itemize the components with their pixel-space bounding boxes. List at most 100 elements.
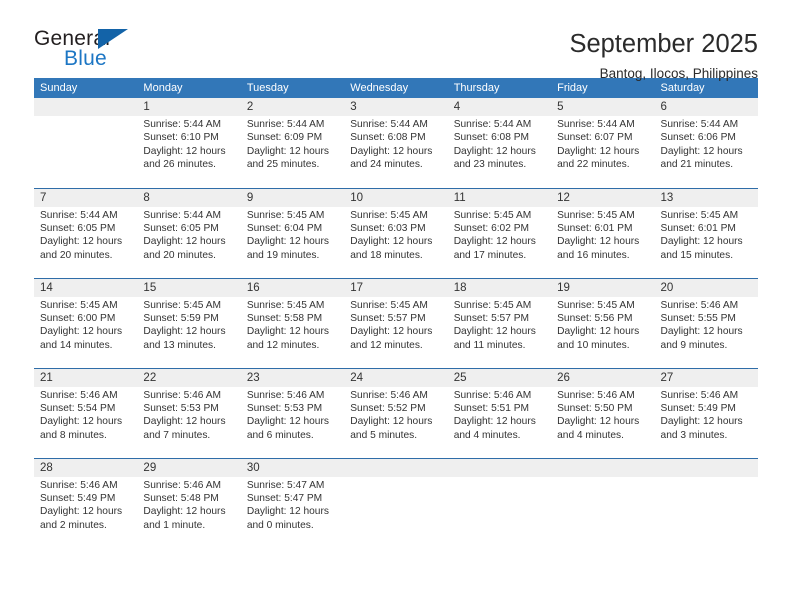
sunrise-time: Sunrise: 5:45 AM	[350, 299, 428, 311]
calendar-day-cell[interactable]: 12 Sunrise: 5:45 AM Sunset: 6:01 PM Dayligh…	[551, 187, 655, 278]
daylight-duration-line1: Daylight: 12 hours	[143, 506, 226, 518]
sunset-time: Sunset: 5:50 PM	[557, 402, 633, 414]
sunset-time: Sunset: 5:57 PM	[453, 312, 530, 324]
calendar-day-cell	[551, 457, 655, 548]
sunrise-time: Sunrise: 5:45 AM	[143, 299, 222, 311]
sunset-time: Sunset: 5:55 PM	[660, 312, 736, 324]
day-sun-info: Sunrise: 5:46 AM Sunset: 5:53 PM Daylight:…	[137, 387, 240, 443]
calendar-day-cell[interactable]: 10 Sunrise: 5:45 AM Sunset: 6:03 PM Dayligh…	[344, 187, 448, 278]
daylight-duration-line1: Daylight: 12 hours	[40, 326, 123, 338]
calendar-day-cell[interactable]: 27 Sunrise: 5:46 AM Sunset: 5:49 PM Dayligh…	[654, 367, 758, 458]
day-number: 26	[551, 368, 655, 387]
calendar-day-cell[interactable]: 19 Sunrise: 5:45 AM Sunset: 5:56 PM Dayligh…	[551, 277, 655, 368]
day-cell-inner	[551, 458, 655, 548]
daylight-duration-line2: and 13 minutes.	[143, 339, 216, 351]
daylight-duration-line2: and 26 minutes.	[143, 159, 216, 171]
weekday-header-monday: Monday	[137, 78, 241, 98]
sunrise-time: Sunrise: 5:44 AM	[40, 209, 118, 221]
day-number: 13	[654, 188, 758, 207]
sunrise-time: Sunrise: 5:44 AM	[557, 119, 635, 130]
calendar-week-row: 14 Sunrise: 5:45 AM Sunset: 6:00 PM Dayligh…	[34, 277, 758, 368]
daylight-duration-line1: Daylight: 12 hours	[453, 145, 536, 157]
daylight-duration-line2: and 16 minutes.	[557, 249, 630, 261]
calendar-grid: Sunday Monday Tuesday Wednesday Thursday…	[34, 78, 758, 548]
day-number: 4	[447, 98, 552, 116]
calendar-day-cell[interactable]: 23 Sunrise: 5:46 AM Sunset: 5:53 PM Dayligh…	[240, 367, 345, 458]
daylight-duration-line2: and 21 minutes.	[660, 159, 734, 171]
weekday-header-thursday: Thursday	[447, 78, 552, 98]
sunrise-time: Sunrise: 5:46 AM	[660, 299, 739, 311]
daylight-duration-line1: Daylight: 12 hours	[143, 416, 226, 428]
day-number: 25	[447, 368, 552, 387]
day-sun-info: Sunrise: 5:44 AM Sunset: 6:08 PM Daylight:…	[344, 116, 447, 172]
calendar-day-cell[interactable]: 20 Sunrise: 5:46 AM Sunset: 5:55 PM Dayligh…	[654, 277, 758, 368]
calendar-day-cell[interactable]: 15 Sunrise: 5:45 AM Sunset: 5:59 PM Dayligh…	[137, 277, 241, 368]
day-cell-inner: 21 Sunrise: 5:46 AM Sunset: 5:54 PM Dayligh…	[34, 368, 138, 458]
calendar-day-cell[interactable]: 13 Sunrise: 5:45 AM Sunset: 6:01 PM Dayligh…	[654, 187, 758, 278]
daylight-duration-line1: Daylight: 12 hours	[557, 145, 640, 157]
day-sun-info: Sunrise: 5:46 AM Sunset: 5:50 PM Daylight:…	[551, 387, 654, 443]
calendar-day-cell[interactable]: 25 Sunrise: 5:46 AM Sunset: 5:51 PM Dayligh…	[447, 367, 552, 458]
day-sun-info: Sunrise: 5:45 AM Sunset: 5:58 PM Daylight:…	[241, 297, 344, 353]
calendar-day-cell[interactable]: 24 Sunrise: 5:46 AM Sunset: 5:52 PM Dayligh…	[344, 367, 448, 458]
calendar-day-cell[interactable]: 22 Sunrise: 5:46 AM Sunset: 5:53 PM Dayligh…	[137, 367, 241, 458]
daylight-duration-line2: and 14 minutes.	[40, 339, 113, 351]
calendar-day-cell[interactable]: 28 Sunrise: 5:46 AM Sunset: 5:49 PM Dayligh…	[34, 457, 138, 548]
daylight-duration-line1: Daylight: 12 hours	[246, 416, 329, 428]
calendar-day-cell[interactable]: 7 Sunrise: 5:44 AM Sunset: 6:05 PM Daylight…	[34, 187, 138, 278]
calendar-day-cell[interactable]: 21 Sunrise: 5:46 AM Sunset: 5:54 PM Dayligh…	[34, 367, 138, 458]
day-cell-inner: 27 Sunrise: 5:46 AM Sunset: 5:49 PM Dayligh…	[654, 368, 758, 458]
calendar-day-cell[interactable]: 6 Sunrise: 5:44 AM Sunset: 6:06 PM Daylight…	[654, 98, 758, 188]
sunset-time: Sunset: 5:49 PM	[660, 402, 736, 414]
calendar-day-cell[interactable]: 2 Sunrise: 5:44 AM Sunset: 6:09 PM Daylight…	[240, 98, 345, 188]
day-sun-info: Sunrise: 5:44 AM Sunset: 6:06 PM Daylight:…	[655, 116, 758, 172]
day-number: 12	[551, 188, 655, 207]
day-cell-inner: 13 Sunrise: 5:45 AM Sunset: 6:01 PM Dayligh…	[654, 188, 758, 278]
daylight-duration-line2: and 6 minutes.	[246, 429, 314, 441]
calendar-day-cell[interactable]: 30 Sunrise: 5:47 AM Sunset: 5:47 PM Dayligh…	[240, 457, 345, 548]
daylight-duration-line2: and 12 minutes.	[246, 339, 320, 351]
calendar-day-cell[interactable]: 1 Sunrise: 5:44 AM Sunset: 6:10 PM Daylight…	[137, 98, 241, 188]
sunset-time: Sunset: 6:00 PM	[40, 312, 116, 324]
day-number: 28	[34, 458, 138, 477]
calendar-day-cell[interactable]: 14 Sunrise: 5:45 AM Sunset: 6:00 PM Dayligh…	[34, 277, 138, 368]
day-cell-inner: 5 Sunrise: 5:44 AM Sunset: 6:07 PM Daylight…	[551, 98, 655, 188]
sunrise-time: Sunrise: 5:45 AM	[246, 299, 325, 311]
daylight-duration-line2: and 2 minutes.	[40, 519, 107, 531]
calendar-day-cell[interactable]: 17 Sunrise: 5:45 AM Sunset: 5:57 PM Dayligh…	[344, 277, 448, 368]
calendar-day-cell[interactable]: 8 Sunrise: 5:44 AM Sunset: 6:05 PM Daylight…	[137, 187, 241, 278]
day-number: 16	[240, 278, 345, 297]
calendar-week-row: 7 Sunrise: 5:44 AM Sunset: 6:05 PM Daylight…	[34, 187, 758, 278]
day-cell-inner: 4 Sunrise: 5:44 AM Sunset: 6:08 PM Daylight…	[447, 98, 552, 188]
calendar-day-cell[interactable]: 26 Sunrise: 5:46 AM Sunset: 5:50 PM Dayligh…	[551, 367, 655, 458]
daylight-duration-line2: and 10 minutes.	[557, 339, 630, 351]
calendar-day-cell[interactable]: 16 Sunrise: 5:45 AM Sunset: 5:58 PM Dayligh…	[240, 277, 345, 368]
day-number: 2	[240, 98, 345, 116]
sunset-time: Sunset: 6:05 PM	[143, 222, 219, 234]
calendar-day-cell[interactable]: 4 Sunrise: 5:44 AM Sunset: 6:08 PM Daylight…	[447, 98, 552, 188]
daylight-duration-line2: and 11 minutes.	[453, 339, 526, 351]
sunrise-time: Sunrise: 5:45 AM	[246, 209, 325, 221]
calendar-day-cell[interactable]: 29 Sunrise: 5:46 AM Sunset: 5:48 PM Dayligh…	[137, 457, 241, 548]
day-cell-inner: 24 Sunrise: 5:46 AM Sunset: 5:52 PM Dayligh…	[344, 368, 448, 458]
day-number: 14	[34, 278, 138, 297]
sunrise-time: Sunrise: 5:44 AM	[660, 119, 739, 130]
sunrise-time: Sunrise: 5:44 AM	[143, 209, 222, 221]
calendar-day-cell[interactable]: 11 Sunrise: 5:45 AM Sunset: 6:02 PM Dayligh…	[447, 187, 552, 278]
day-cell-inner: 3 Sunrise: 5:44 AM Sunset: 6:08 PM Daylight…	[344, 98, 448, 188]
calendar-day-cell[interactable]: 18 Sunrise: 5:45 AM Sunset: 5:57 PM Dayligh…	[447, 277, 552, 368]
day-cell-inner: 30 Sunrise: 5:47 AM Sunset: 5:47 PM Dayligh…	[240, 458, 345, 548]
sunset-time: Sunset: 5:59 PM	[143, 312, 219, 324]
day-number: 15	[137, 278, 241, 297]
calendar-week-row: 28 Sunrise: 5:46 AM Sunset: 5:49 PM Dayligh…	[34, 457, 758, 548]
day-number: 8	[137, 188, 241, 207]
day-number: 3	[344, 98, 448, 116]
calendar-day-cell[interactable]: 3 Sunrise: 5:44 AM Sunset: 6:08 PM Daylight…	[344, 98, 448, 188]
sunrise-time: Sunrise: 5:45 AM	[660, 209, 739, 221]
day-cell-inner: 18 Sunrise: 5:45 AM Sunset: 5:57 PM Dayligh…	[447, 278, 552, 368]
daylight-duration-line2: and 5 minutes.	[350, 429, 418, 441]
weekday-header-tuesday: Tuesday	[240, 78, 345, 98]
daylight-duration-line1: Daylight: 12 hours	[350, 416, 433, 428]
calendar-day-cell[interactable]: 5 Sunrise: 5:44 AM Sunset: 6:07 PM Daylight…	[551, 98, 655, 188]
calendar-day-cell[interactable]: 9 Sunrise: 5:45 AM Sunset: 6:04 PM Daylight…	[240, 187, 345, 278]
